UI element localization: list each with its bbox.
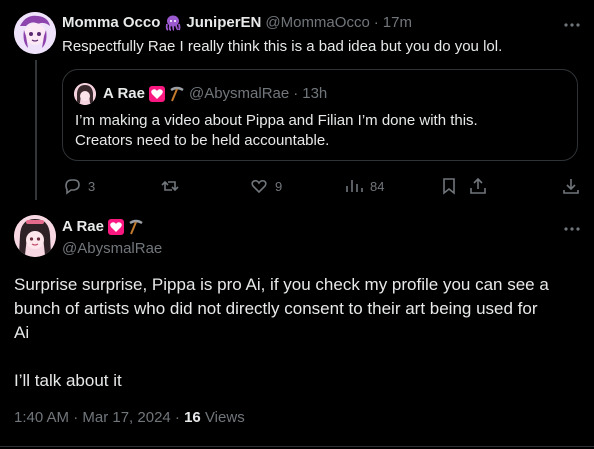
heart-emoji-icon — [148, 85, 165, 102]
quote-header: A Rae @AbysmalRae · 13h — [103, 85, 327, 102]
like-icon — [249, 176, 269, 196]
reply-count: 3 — [88, 178, 96, 194]
views-icon — [344, 176, 364, 196]
quote-text-line2: Creators need to be held accountable. — [75, 132, 330, 149]
divider — [0, 446, 594, 447]
share-button[interactable] — [468, 176, 488, 196]
quote-time: 13h — [302, 85, 328, 102]
main-header: A Rae — [62, 218, 144, 235]
reply-handle[interactable]: @MommaOcco — [265, 14, 369, 31]
main-views-label: Views — [204, 409, 245, 426]
avatar-a-rae[interactable] — [14, 215, 56, 257]
main-handle[interactable]: @AbysmalRae — [62, 240, 162, 257]
download-icon — [561, 176, 581, 196]
main-text-line4: I’ll talk about it — [14, 371, 122, 390]
quoted-tweet-card[interactable]: A Rae @AbysmalRae · 13h I’m making a vid… — [62, 69, 578, 161]
reply-header: Momma Occo JuniperEN @MommaOcco · 17m — [62, 14, 412, 31]
quote-display-name: A Rae — [103, 85, 145, 102]
main-display-name[interactable]: A Rae — [62, 218, 104, 235]
heart-emoji-icon — [107, 218, 124, 235]
reply-time[interactable]: 17m — [383, 14, 412, 31]
reply-button[interactable]: 3 — [62, 176, 95, 196]
octopus-emoji-icon — [164, 15, 182, 31]
repost-icon — [160, 176, 180, 196]
download-button[interactable] — [561, 176, 581, 196]
main-tweet-text: Surprise surprise, Pippa is pro Ai, if y… — [14, 273, 549, 393]
like-button[interactable]: 9 — [249, 176, 282, 196]
main-views-count: 16 — [184, 409, 201, 426]
quote-handle: @AbysmalRae — [188, 85, 290, 102]
reply-display-name[interactable]: Momma Occo — [62, 14, 160, 31]
main-text-line2: bunch of artists who did not directly co… — [14, 299, 538, 318]
main-text-line3: Ai — [14, 323, 30, 342]
thread-connector-line — [35, 60, 37, 200]
views-button[interactable]: 84 — [344, 176, 384, 196]
avatar-momma-occo[interactable] — [14, 12, 56, 54]
quote-dot: · — [293, 85, 299, 102]
main-more-icon[interactable] — [563, 220, 581, 238]
quote-text-line1: I’m making a video about Pippa and Filia… — [75, 112, 478, 129]
share-icon — [468, 176, 488, 196]
reply-text: Respectfully Rae I really think this is … — [62, 38, 503, 55]
repost-button[interactable] — [160, 176, 180, 196]
main-timestamp[interactable]: 1:40 AM · Mar 17, 2024 · — [14, 409, 180, 426]
reply-dot: · — [373, 14, 379, 31]
like-count: 9 — [275, 178, 283, 194]
views-count: 84 — [370, 178, 385, 194]
main-text-line1: Surprise surprise, Pippa is pro Ai, if y… — [14, 275, 549, 294]
quote-avatar — [74, 83, 96, 105]
pick-emoji-icon — [169, 86, 185, 102]
reply-display-name-suffix[interactable]: JuniperEN — [186, 14, 261, 31]
main-meta: 1:40 AM · Mar 17, 2024 · 16 Views — [14, 409, 245, 426]
bookmark-button[interactable] — [439, 176, 459, 196]
reply-icon — [62, 176, 82, 196]
pick-emoji-icon — [128, 219, 144, 235]
bookmark-icon — [439, 176, 459, 196]
more-icon[interactable] — [563, 16, 581, 34]
